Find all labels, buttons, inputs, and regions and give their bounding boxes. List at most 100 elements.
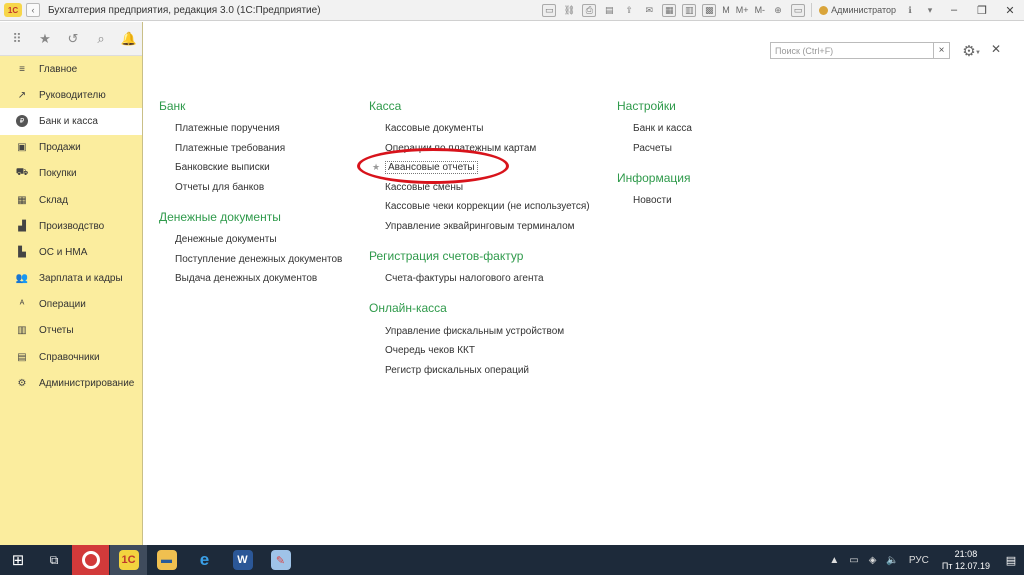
volume-icon[interactable]: 🔈 <box>886 555 898 566</box>
nav-link[interactable]: Операции по платежным картам <box>369 139 590 159</box>
file-explorer-icon[interactable]: ▬ <box>148 545 185 575</box>
sidebar-item[interactable]: ▥ Отчеты <box>0 318 142 344</box>
nav-link[interactable]: Счета-фактуры налогового агента <box>369 269 590 289</box>
table-icon[interactable]: ▦ <box>662 3 677 17</box>
nav-link[interactable]: Отчеты для банков <box>159 178 342 198</box>
search-field[interactable]: Поиск (Ctrl+F) × <box>770 42 950 59</box>
nav-link[interactable]: Денежные документы <box>159 230 342 250</box>
opera-app-icon[interactable] <box>72 545 109 575</box>
nav-list: ≡ Главное ↗ Руководителю ₽ Банк и касса ▣ Прода… <box>0 56 142 396</box>
nav-link[interactable]: ★ Авансовые отчеты <box>369 158 590 178</box>
sidebar-item[interactable]: ▟ Производство <box>0 213 142 239</box>
search-input[interactable]: Поиск (Ctrl+F) <box>771 46 933 56</box>
bell-icon[interactable]: 🔔 <box>121 31 137 46</box>
clock[interactable]: 21:08 Пт 12.07.19 <box>942 548 990 572</box>
close-icon[interactable]: ✕ <box>991 42 1001 56</box>
search-icon[interactable]: ⌕ <box>94 31 108 46</box>
section-group: Банк Платежные поручения Платежные требова… <box>159 96 342 197</box>
windows-start-icon[interactable]: ⊞ <box>0 545 36 575</box>
back-icon[interactable]: ‹ <box>26 3 40 17</box>
sidebar-item[interactable]: ᴬ Операции <box>0 292 142 318</box>
paint-app-icon[interactable]: ✎ <box>262 545 299 575</box>
sidebar-item[interactable]: ⚙ Администрирование <box>0 370 142 396</box>
sidebar-item[interactable]: ↗ Руководителю <box>0 82 142 108</box>
user-name: Администратор <box>831 5 896 15</box>
app-logo-icon[interactable]: 1С <box>4 3 22 17</box>
user-menu[interactable]: Администратор <box>819 5 896 15</box>
info-icon[interactable]: ℹ <box>903 4 917 17</box>
sidebar-item-label: ОС и НМА <box>39 246 88 258</box>
nav-link[interactable]: Кассовые документы <box>369 119 590 139</box>
sidebar-item-label: Главное <box>39 63 78 75</box>
section-group: Онлайн-касса Управление фискальным устрой… <box>369 299 590 381</box>
nav-link[interactable]: Платежные поручения <box>159 119 342 139</box>
sidebar-item[interactable]: ▦ Склад <box>0 187 142 213</box>
memory-button-m-plus[interactable]: M+ <box>736 5 749 15</box>
section-group: Настройки Банк и касса Расчеты <box>617 96 692 158</box>
attach-icon[interactable]: ⇪ <box>622 4 636 17</box>
mail-icon[interactable]: ✉ <box>642 4 656 17</box>
section-title: Онлайн-касса <box>369 301 447 315</box>
nav-link[interactable]: Поступление денежных документов <box>159 250 342 270</box>
battery-icon[interactable]: ▭ <box>849 555 858 566</box>
nav-link[interactable]: Банк и касса <box>617 119 692 139</box>
link-icon[interactable]: ⛓ <box>562 4 576 17</box>
nav-link[interactable]: Кассовые смены <box>369 178 590 198</box>
gear-icon: ⚙ <box>17 377 27 389</box>
grid-icon[interactable]: ⠿ <box>10 31 24 46</box>
onec-app-icon[interactable]: 1C <box>110 545 147 575</box>
notifications-icon[interactable]: ▤ <box>998 554 1024 567</box>
chart-bars-icon: ▙ <box>18 246 26 258</box>
window-list-icon[interactable]: ▭ <box>791 3 806 17</box>
save-icon[interactable]: ▤ <box>602 4 616 17</box>
minimize-button[interactable]: – <box>940 0 968 20</box>
nav-link[interactable]: Банковские выписки <box>159 158 342 178</box>
copy-icon[interactable]: ▭ <box>542 3 557 17</box>
history-icon[interactable]: ↺ <box>66 31 80 46</box>
sections-panel: ⠿ ★ ↺ ⌕ 🔔 ≡ Главное ↗ Руководителю ₽ Банк и к… <box>0 22 143 545</box>
sidebar-item[interactable]: ₽ Банк и касса <box>0 108 142 135</box>
sidebar-item-label: Администрирование <box>39 377 135 389</box>
sidebar-item-label: Отчеты <box>39 325 74 337</box>
window-title: Бухгалтерия предприятия, редакция 3.0 (1… <box>48 4 321 16</box>
word-app-icon[interactable]: W <box>224 545 261 575</box>
maximize-button[interactable]: ❐ <box>968 0 996 20</box>
internet-explorer-icon[interactable]: e <box>186 545 223 575</box>
nav-link[interactable]: Управление фискальным устройством <box>369 322 590 342</box>
column-right: Настройки Банк и касса Расчеты Информация Но… <box>617 96 692 211</box>
chevron-down-icon[interactable]: ▾ <box>923 4 937 17</box>
nav-link[interactable]: Очередь чеков ККТ <box>369 341 590 361</box>
memory-button-m[interactable]: M <box>722 5 730 15</box>
favorite-star-icon[interactable]: ★ <box>372 162 380 173</box>
nav-link[interactable]: Расчеты <box>617 139 692 159</box>
language-indicator[interactable]: РУС <box>909 555 929 566</box>
sidebar-item[interactable]: ▤ Справочники <box>0 344 142 370</box>
nav-link[interactable]: Кассовые чеки коррекции (не используется… <box>369 197 590 217</box>
nav-link[interactable]: Новости <box>617 191 692 211</box>
sidebar-item[interactable]: ≡ Главное <box>0 56 142 82</box>
nav-link[interactable]: Выдача денежных документов <box>159 269 342 289</box>
gear-dropdown-icon[interactable]: ▼ <box>975 50 981 56</box>
print-icon[interactable]: ⎙ <box>582 3 597 17</box>
calendar-icon[interactable]: ▥ <box>682 3 697 17</box>
zoom-icon[interactable]: ⊕ <box>771 4 785 17</box>
sidebar-item[interactable]: ▙ ОС и НМА <box>0 239 142 265</box>
sidebar-item-label: Операции <box>39 299 86 311</box>
sidebar-item-label: Справочники <box>39 351 100 363</box>
calculator-icon[interactable]: ▩ <box>702 3 717 17</box>
clear-search-button[interactable]: × <box>933 43 949 58</box>
close-window-button[interactable]: ✕ <box>996 0 1024 20</box>
task-view-icon[interactable]: ⧉ <box>36 545 72 575</box>
sidebar-item[interactable]: ⛟ Покупки <box>0 161 142 187</box>
network-icon[interactable]: ◈ <box>869 555 877 566</box>
system-tray: ▲ ▭ ◈ 🔈 РУС 21:08 Пт 12.07.19 ▤ <box>824 545 1024 575</box>
sidebar-item[interactable]: 👥 Зарплата и кадры <box>0 266 142 292</box>
star-icon[interactable]: ★ <box>38 31 52 46</box>
memory-button-m-minus[interactable]: M- <box>755 5 766 15</box>
tray-expand-icon[interactable]: ▲ <box>829 555 839 566</box>
nav-link[interactable]: Платежные требования <box>159 139 342 159</box>
nav-link[interactable]: Управление эквайринговым терминалом <box>369 217 590 237</box>
sidebar-item-label: Зарплата и кадры <box>39 273 123 285</box>
nav-link[interactable]: Регистр фискальных операций <box>369 361 590 381</box>
sidebar-item[interactable]: ▣ Продажи <box>0 135 142 161</box>
